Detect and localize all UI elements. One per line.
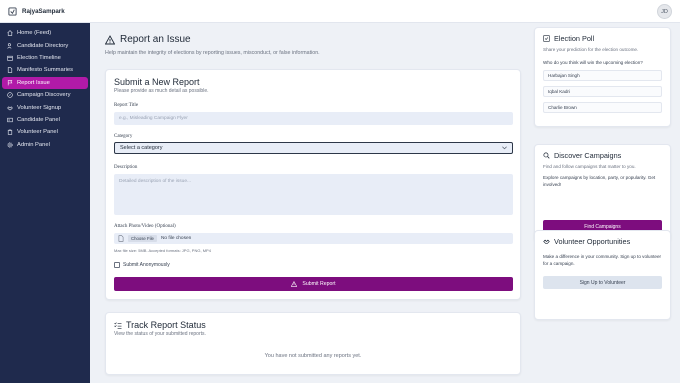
top-bar: RajyaSampark JD: [0, 0, 680, 23]
sidebar-item-volunteer-signup[interactable]: Volunteer Signup: [2, 101, 88, 113]
main-content: Report an Issue Help maintain the integr…: [90, 23, 680, 383]
file-upload-field[interactable]: Choose File No file chosen: [114, 233, 513, 244]
discover-title: Discover Campaigns: [543, 151, 662, 160]
form-title: Submit a New Report: [114, 77, 200, 87]
track-title-text: Track Report Status: [126, 320, 206, 330]
submit-report-button[interactable]: Submit Report: [114, 277, 513, 291]
sidebar-item-label: Election Timeline: [17, 54, 61, 61]
brand-name: RajyaSampark: [22, 7, 65, 15]
list-check-icon: [114, 321, 122, 329]
poll-option[interactable]: Harbajan Singh: [543, 70, 662, 81]
compass-icon: [7, 92, 13, 98]
anonymous-label: Submit Anonymously: [123, 262, 170, 268]
poll-title: Election Poll: [543, 34, 662, 43]
sidebar-item-report-issue[interactable]: Report Issue: [2, 76, 88, 89]
id-card-icon: [7, 117, 13, 123]
sidebar-item-label: Manifesto Summaries: [17, 67, 74, 74]
document-icon: [7, 67, 13, 74]
election-poll-card: Election Poll Share your prediction for …: [534, 27, 671, 127]
sidebar-item-label: Candidate Directory: [17, 42, 69, 49]
warning-icon: [291, 281, 298, 287]
track-title: Track Report Status: [114, 320, 512, 330]
page-subtitle: Help maintain the integrity of elections…: [105, 50, 320, 56]
page-title-text: Report an Issue: [120, 34, 191, 45]
users-icon: [7, 42, 12, 49]
flag-icon: [7, 80, 13, 86]
sidebar-item-volunteer-panel[interactable]: Volunteer Panel: [2, 126, 88, 138]
brand-logo-icon: [8, 6, 17, 16]
volunteer-opportunities-card: Volunteer Opportunities Make a differenc…: [534, 230, 671, 320]
discover-campaigns-card: Discover Campaigns Find and follow campa…: [534, 144, 671, 242]
file-hint: Max file size: 5MB. Accepted formats: JP…: [114, 248, 211, 253]
sidebar-item-manifesto-summaries[interactable]: Manifesto Summaries: [2, 64, 88, 76]
sidebar-item-candidate-panel[interactable]: Candidate Panel: [2, 114, 88, 126]
checklist-icon: [543, 35, 550, 42]
gear-icon: [7, 142, 13, 148]
sidebar-item-campaign-discovery[interactable]: Campaign Discovery: [2, 89, 88, 101]
warning-icon: [105, 34, 115, 44]
sidebar-item-candidate-directory[interactable]: Candidate Directory: [2, 39, 88, 51]
poll-option[interactable]: Charlie Brown: [543, 102, 662, 113]
home-icon: [7, 30, 13, 36]
sign-up-volunteer-button[interactable]: Sign Up to Volunteer: [543, 276, 662, 289]
volunteer-body: Make a difference in your community. Sig…: [543, 254, 662, 266]
sidebar-item-label: Home (Feed): [17, 30, 52, 37]
page-title: Report an Issue: [105, 34, 320, 45]
description-label: Description: [114, 165, 138, 170]
handshake-icon: [543, 239, 550, 244]
track-status-card: Track Report Status View the status of y…: [105, 312, 521, 375]
volunteer-title: Volunteer Opportunities: [543, 237, 662, 246]
discover-title-text: Discover Campaigns: [554, 151, 622, 160]
sidebar-item-label: Report Issue: [17, 79, 50, 86]
category-select-value: Select a category: [120, 145, 163, 151]
sidebar-item-admin-panel[interactable]: Admin Panel: [2, 139, 88, 151]
poll-subtitle: Share your prediction for the election o…: [543, 47, 639, 52]
sidebar-item-home[interactable]: Home (Feed): [2, 27, 88, 39]
sidebar: Home (Feed) Candidate Directory Election…: [0, 23, 90, 383]
sidebar-item-label: Volunteer Signup: [17, 104, 62, 111]
clipboard-icon: [7, 129, 13, 136]
choose-file-button[interactable]: Choose File: [128, 235, 157, 242]
sidebar-item-label: Volunteer Panel: [17, 129, 58, 136]
discover-subtitle: Find and follow campaigns that matter to…: [543, 164, 636, 169]
report-title-input[interactable]: e.g., Misleading Campaign Flyer: [114, 112, 513, 125]
brand[interactable]: RajyaSampark: [0, 6, 90, 16]
calendar-icon: [7, 55, 13, 61]
anonymous-option[interactable]: Submit Anonymously: [114, 262, 170, 268]
poll-title-text: Election Poll: [554, 34, 595, 43]
no-file-text: No file chosen: [160, 236, 192, 241]
category-label: Category: [114, 134, 133, 139]
poll-question: Who do you think will win the upcoming e…: [543, 60, 643, 65]
search-icon: [543, 152, 550, 159]
user-avatar[interactable]: JD: [657, 4, 672, 19]
report-form-card: Submit a New Report Please provide as mu…: [105, 69, 521, 300]
category-select[interactable]: Select a category: [114, 142, 513, 154]
anonymous-checkbox[interactable]: [114, 262, 120, 268]
description-textarea[interactable]: Detailed description of the issue...: [114, 174, 513, 215]
handshake-icon: [7, 105, 13, 110]
page-header: Report an Issue Help maintain the integr…: [105, 34, 320, 56]
sidebar-item-label: Candidate Panel: [17, 116, 60, 123]
track-subtitle: View the status of your submitted report…: [114, 331, 206, 337]
submit-report-label: Submit Report: [302, 281, 336, 287]
sidebar-item-label: Admin Panel: [17, 141, 50, 148]
chevron-down-icon: [502, 146, 507, 150]
attach-label: Attach Photo/Video (Optional): [114, 224, 176, 229]
report-title-label: Report Title: [114, 103, 139, 108]
discover-body: Explore campaigns by location, party, or…: [543, 175, 656, 187]
poll-option[interactable]: Iqbal Kadri: [543, 86, 662, 97]
volunteer-title-text: Volunteer Opportunities: [554, 237, 631, 246]
form-subtitle: Please provide as much detail as possibl…: [114, 88, 209, 94]
sidebar-item-label: Campaign Discovery: [17, 92, 71, 99]
sidebar-item-election-timeline[interactable]: Election Timeline: [2, 52, 88, 64]
file-icon: [118, 235, 124, 242]
empty-reports-message: You have not submitted any reports yet.: [264, 353, 362, 359]
